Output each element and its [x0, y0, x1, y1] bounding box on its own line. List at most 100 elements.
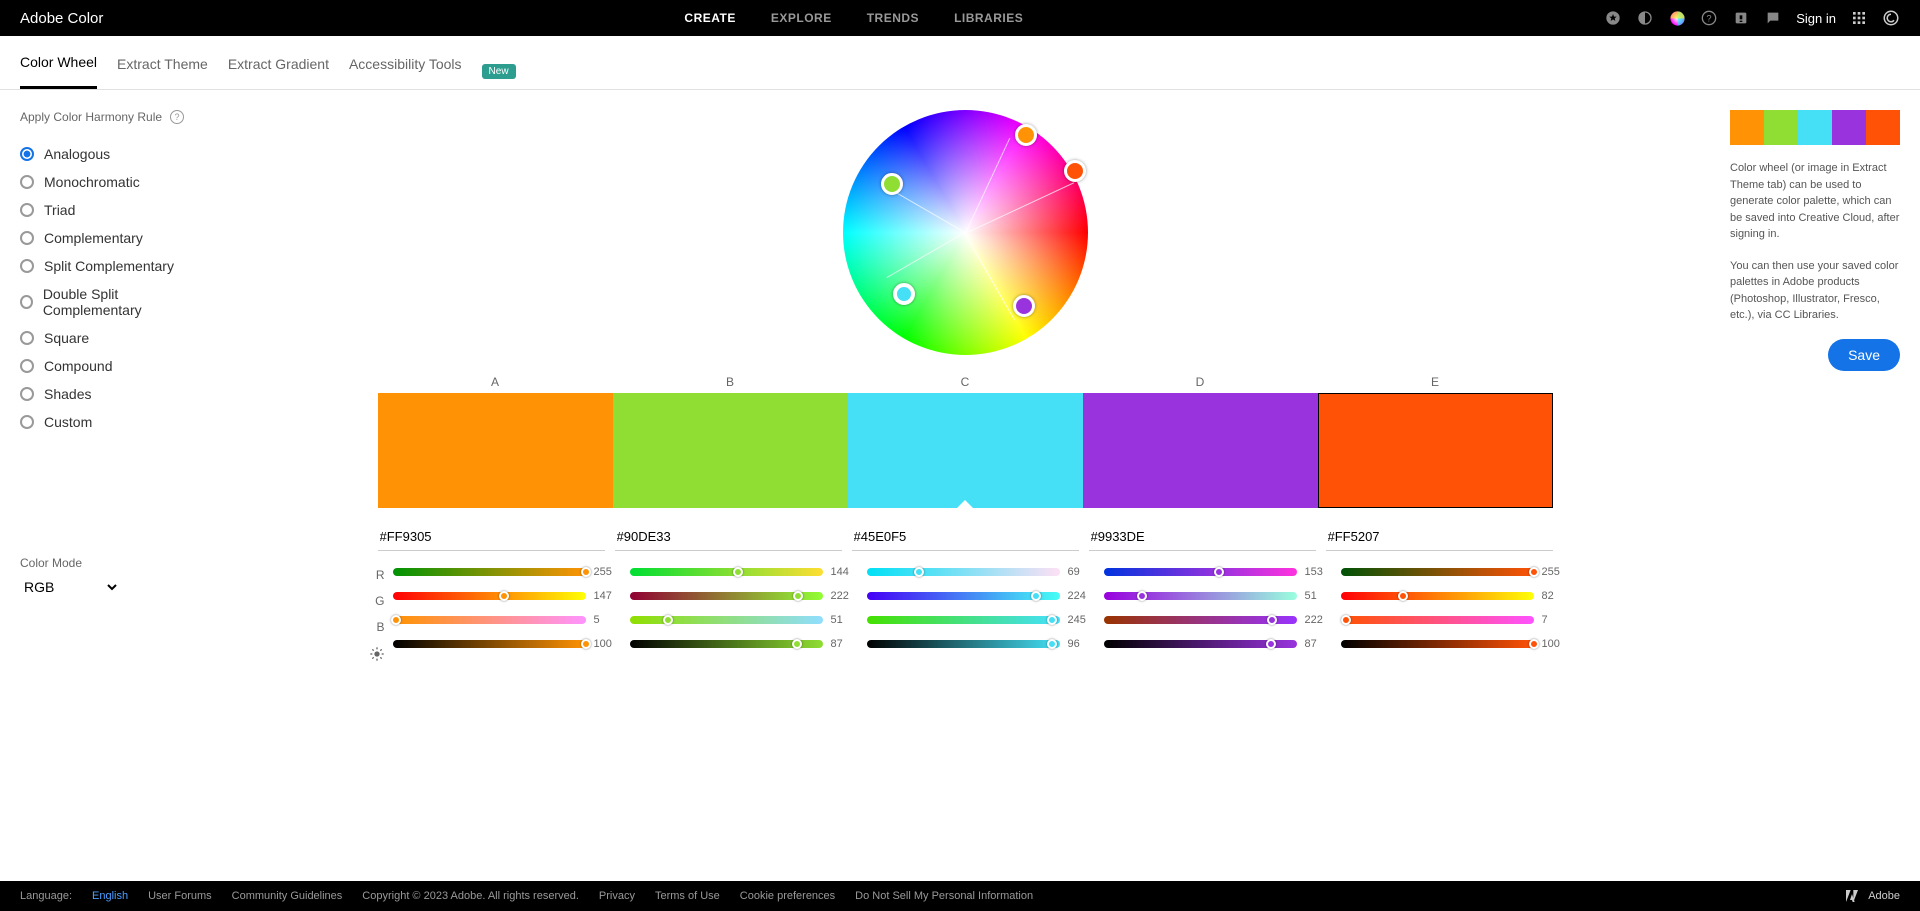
slider-value: 144 — [831, 566, 857, 578]
save-button[interactable]: Save — [1828, 339, 1900, 371]
harmony-option-complementary[interactable]: Complementary — [20, 224, 200, 252]
slider-b[interactable] — [1341, 616, 1534, 624]
slider-b[interactable] — [1104, 616, 1297, 624]
footer-dns[interactable]: Do Not Sell My Personal Information — [855, 890, 1033, 902]
nav-create[interactable]: CREATE — [684, 11, 735, 25]
slider-b[interactable] — [630, 616, 823, 624]
slider-r[interactable] — [1341, 568, 1534, 576]
slider-g[interactable] — [393, 592, 586, 600]
nav-explore[interactable]: EXPLORE — [771, 11, 832, 25]
harmony-option-custom[interactable]: Custom — [20, 408, 200, 436]
radio-icon — [20, 295, 33, 309]
slider-value: 5 — [594, 614, 620, 626]
slider-value: 224 — [1068, 590, 1094, 602]
footer-privacy[interactable]: Privacy — [599, 890, 635, 902]
footer-terms[interactable]: Terms of Use — [655, 890, 720, 902]
slider-g[interactable] — [630, 592, 823, 600]
harmony-option-analogous[interactable]: Analogous — [20, 140, 200, 168]
radio-icon — [20, 175, 34, 189]
swatch-b[interactable] — [613, 393, 848, 508]
help-icon[interactable]: ? — [1700, 9, 1718, 27]
slider-b[interactable] — [867, 616, 1060, 624]
harmony-option-square[interactable]: Square — [20, 324, 200, 352]
sign-in-link[interactable]: Sign in — [1796, 11, 1836, 26]
slider-g[interactable] — [867, 592, 1060, 600]
mini-swatch[interactable] — [1832, 110, 1866, 145]
mini-swatch[interactable] — [1866, 110, 1900, 145]
color-mode-section: Color Mode RGB — [20, 556, 200, 597]
wheel-handle-e[interactable] — [1064, 160, 1086, 182]
swatch-e[interactable] — [1318, 393, 1553, 508]
slider-g[interactable] — [1341, 592, 1534, 600]
label-g: G — [363, 594, 393, 608]
wheel-handle-c[interactable] — [893, 283, 915, 305]
swatch-a[interactable] — [378, 393, 613, 508]
slider-value: 82 — [1542, 590, 1568, 602]
harmony-option-shades[interactable]: Shades — [20, 380, 200, 408]
slider-value: 100 — [594, 638, 620, 650]
mini-swatch[interactable] — [1730, 110, 1764, 145]
hex-input-b[interactable] — [615, 523, 842, 551]
slider-bright[interactable] — [630, 640, 823, 648]
announce-icon[interactable] — [1732, 9, 1750, 27]
slider-value: 69 — [1068, 566, 1094, 578]
hex-input-a[interactable] — [378, 523, 605, 551]
radio-icon — [20, 331, 34, 345]
harmony-option-split-complementary[interactable]: Split Complementary — [20, 252, 200, 280]
slider-bright[interactable] — [393, 640, 586, 648]
slider-bright[interactable] — [1341, 640, 1534, 648]
slider-value: 7 — [1542, 614, 1568, 626]
harmony-option-monochromatic[interactable]: Monochromatic — [20, 168, 200, 196]
swatch-d[interactable] — [1083, 393, 1318, 508]
chat-icon[interactable] — [1764, 9, 1782, 27]
harmony-list: AnalogousMonochromaticTriadComplementary… — [20, 140, 200, 436]
moon-icon[interactable] — [1636, 9, 1654, 27]
hex-input-d[interactable] — [1089, 523, 1316, 551]
mini-swatch[interactable] — [1798, 110, 1832, 145]
tab-color-wheel[interactable]: Color Wheel — [20, 54, 97, 89]
cc-icon[interactable] — [1882, 9, 1900, 27]
swatch-row — [378, 393, 1553, 508]
harmony-option-double-split-complementary[interactable]: Double Split Complementary — [20, 280, 200, 324]
slider-bright[interactable] — [1104, 640, 1297, 648]
slider-r[interactable] — [1104, 568, 1297, 576]
nav-libraries[interactable]: LIBRARIES — [954, 11, 1023, 25]
wheel-handle-d[interactable] — [1013, 295, 1035, 317]
swatch-label: C — [848, 375, 1083, 393]
harmony-option-label: Split Complementary — [44, 258, 174, 274]
language-link[interactable]: English — [92, 890, 128, 902]
slider-g[interactable] — [1104, 592, 1297, 600]
harmony-option-triad[interactable]: Triad — [20, 196, 200, 224]
wheel-handle-a[interactable] — [1015, 124, 1037, 146]
footer-guidelines[interactable]: Community Guidelines — [232, 890, 343, 902]
harmony-option-label: Shades — [44, 386, 91, 402]
wheel-handle-b[interactable] — [881, 173, 903, 195]
color-mode-label: Color Mode — [20, 556, 200, 570]
slider-r[interactable] — [630, 568, 823, 576]
swatch-c[interactable] — [848, 393, 1083, 508]
tab-extract-gradient[interactable]: Extract Gradient — [228, 56, 329, 88]
color-mode-select[interactable]: RGB — [20, 578, 120, 596]
slider-r[interactable] — [867, 568, 1060, 576]
star-icon[interactable] — [1604, 9, 1622, 27]
slider-r[interactable] — [393, 568, 586, 576]
footer-forums[interactable]: User Forums — [148, 890, 212, 902]
language-label: Language: — [20, 890, 72, 902]
color-wheel[interactable] — [843, 110, 1088, 355]
tab-extract-theme[interactable]: Extract Theme — [117, 56, 208, 88]
footer-cookies[interactable]: Cookie preferences — [740, 890, 835, 902]
apps-icon[interactable] — [1850, 9, 1868, 27]
slider-b[interactable] — [393, 616, 586, 624]
slider-bright[interactable] — [867, 640, 1060, 648]
slider-value: 255 — [594, 566, 620, 578]
mini-swatch[interactable] — [1764, 110, 1798, 145]
harmony-option-compound[interactable]: Compound — [20, 352, 200, 380]
hex-input-e[interactable] — [1326, 523, 1553, 551]
slider-value: 147 — [594, 590, 620, 602]
slider-value: 96 — [1068, 638, 1094, 650]
harmony-help-icon[interactable]: ? — [170, 110, 184, 124]
color-wheel-icon[interactable] — [1668, 9, 1686, 27]
nav-trends[interactable]: TRENDS — [867, 11, 919, 25]
hex-input-c[interactable] — [852, 523, 1079, 551]
tab-accessibility[interactable]: Accessibility Tools — [349, 56, 462, 88]
